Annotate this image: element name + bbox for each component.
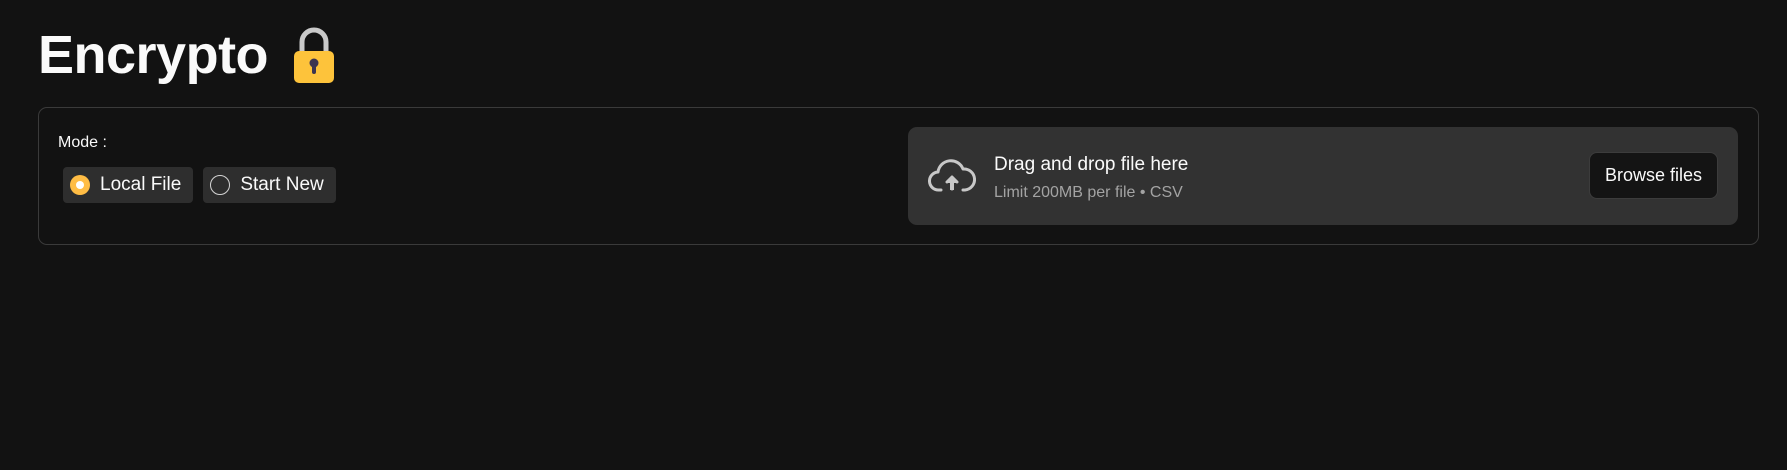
mode-option-label: Local File	[100, 174, 182, 195]
page-header: Encrypto	[38, 22, 338, 88]
page-title: Encrypto	[38, 25, 269, 85]
dropzone-text: Drag and drop file here Limit 200MB per …	[994, 152, 1188, 202]
browse-files-button[interactable]: Browse files	[1588, 152, 1718, 199]
radio-selected-icon[interactable]	[70, 175, 90, 195]
mode-option-start-new[interactable]: Start New	[203, 167, 336, 203]
lock-icon	[294, 27, 335, 83]
mode-radio-group: Local File Start New	[63, 167, 336, 203]
main-form-panel: Mode : Local File Start New Drag and dro…	[38, 107, 1759, 245]
mode-label: Mode :	[58, 134, 107, 151]
mode-option-label: Start New	[240, 174, 324, 195]
dropzone-limit-text: Limit 200MB per file • CSV	[994, 184, 1183, 201]
radio-unselected-icon[interactable]	[210, 175, 231, 195]
mode-option-local-file[interactable]: Local File	[63, 167, 194, 203]
dropzone-title: Drag and drop file here	[994, 154, 1189, 175]
file-dropzone[interactable]: Drag and drop file here Limit 200MB per …	[908, 127, 1738, 225]
cloud-upload-icon	[928, 159, 976, 192]
